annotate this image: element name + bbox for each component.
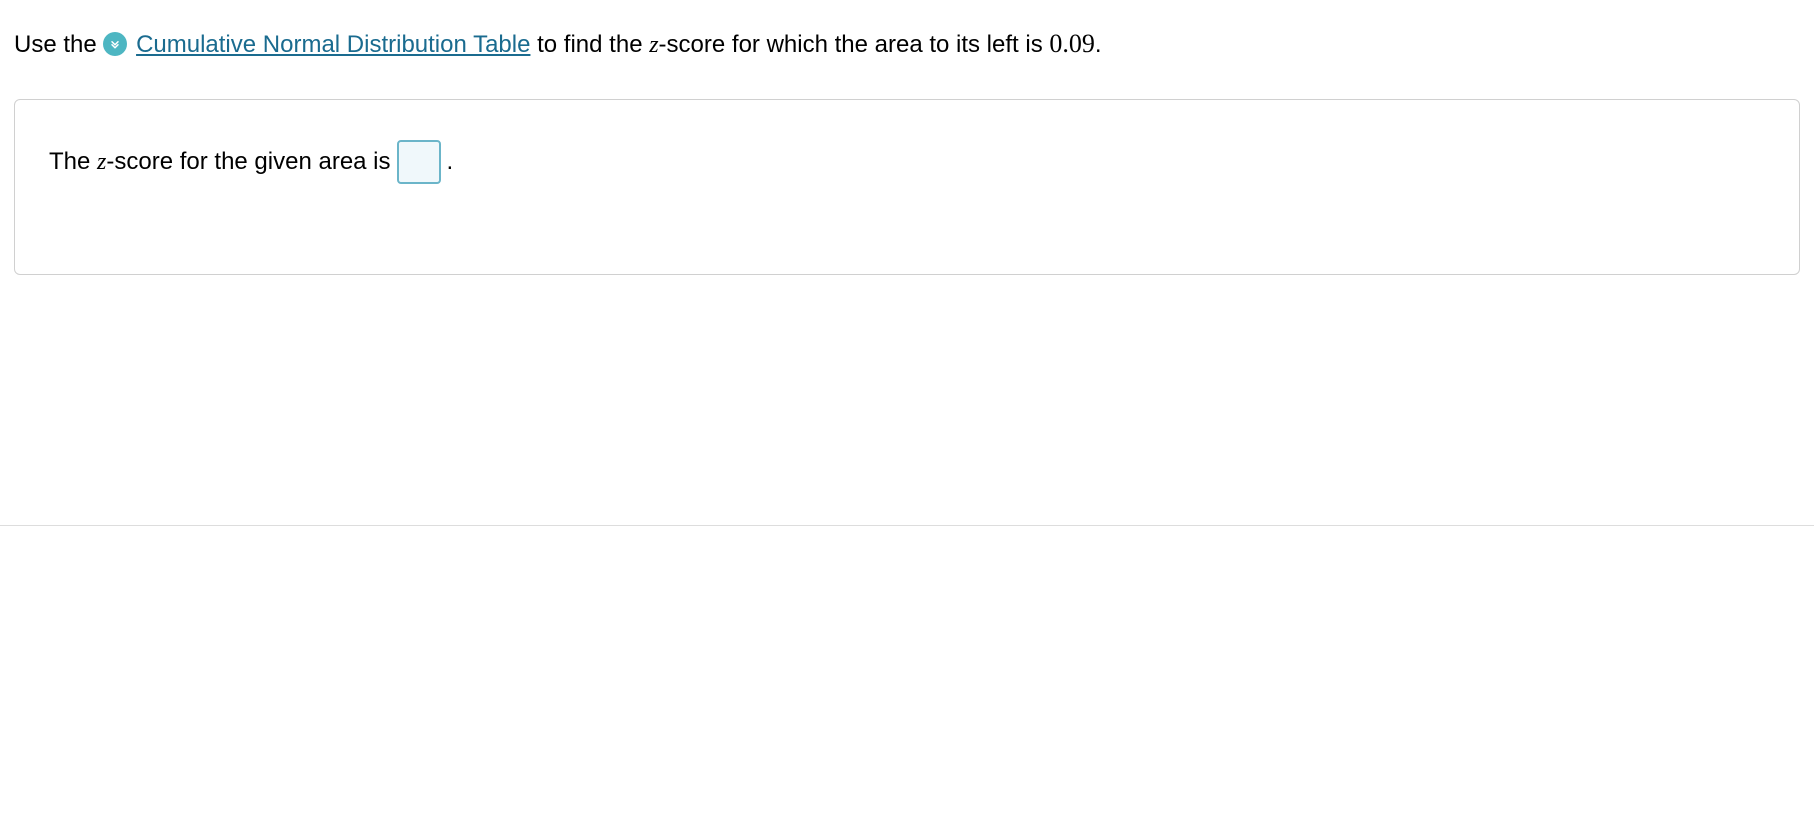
answer-panel: The z-score for the given area is . [14,99,1800,275]
answer-suffix: . [447,148,454,176]
section-divider [0,525,1814,526]
z-variable: z [649,32,658,58]
prompt-prefix: Use the [14,31,103,58]
prompt-mid1: to find the [537,31,649,58]
z-variable-answer: z [97,149,106,175]
distribution-table-link[interactable]: Cumulative Normal Distribution Table [136,31,530,58]
prompt-mid2: -score for which the area to its left is [659,31,1050,58]
prompt-suffix: . [1095,31,1102,58]
zscore-input[interactable] [397,140,441,184]
answer-mid: -score for the given area is [106,148,390,175]
answer-prefix: The [49,148,97,175]
question-prompt: Use the Cumulative Normal Distribution T… [0,0,1814,87]
answer-text: The z-score for the given area is [49,148,391,176]
area-value: 0.09 [1049,29,1095,58]
answer-line: The z-score for the given area is . [49,140,1765,184]
expand-icon[interactable] [103,32,127,56]
